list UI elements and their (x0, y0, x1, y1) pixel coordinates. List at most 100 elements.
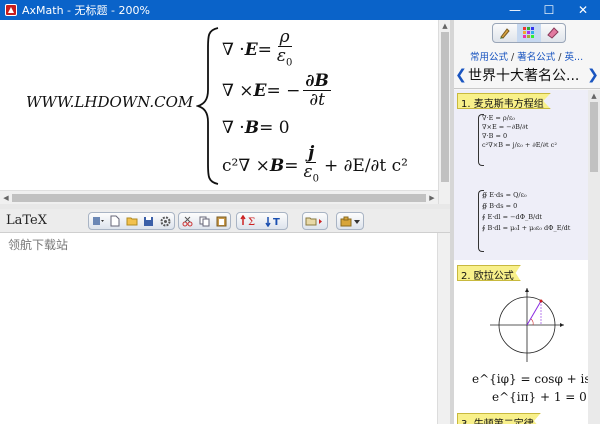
eq-lhs: ∇ × (222, 80, 254, 101)
eq-tail: + ∂E/∂t c² (323, 156, 408, 177)
formula-preview[interactable]: WWW.LHDOWN.COM ∇ · E = ρ ε0 ∇ × E = − ∂B… (0, 20, 438, 190)
tab-eraser-icon[interactable] (541, 24, 565, 42)
insert-toolbar-group: Σ T (236, 212, 288, 230)
copy-icon[interactable] (196, 213, 213, 229)
scroll-left-icon[interactable]: ◀ (0, 192, 12, 204)
maxwell-integral-form: ∯ E·ds = Q/ε₀ ∯ B·ds = 0 ∮ E·dl = −dΦ_B/… (482, 190, 570, 234)
app-logo-icon (5, 4, 17, 16)
scroll-thumb[interactable] (441, 32, 449, 182)
editor-vertical-scrollbar[interactable] (438, 233, 450, 424)
paste-clipboard-icon[interactable] (213, 213, 230, 229)
title-separator: - (107, 4, 119, 17)
equation-gauss: ∇ · E = ρ ε0 (222, 28, 297, 72)
eq-field: E (244, 40, 258, 61)
fraction-numerator: ρ (277, 27, 292, 47)
save-button[interactable] (140, 213, 157, 229)
equation-gauss-magnetism: ∇ · B = 0 (222, 118, 290, 138)
den-subscript: 0 (286, 57, 293, 69)
scroll-thumb[interactable] (12, 194, 426, 202)
next-category-icon[interactable]: ❯ (586, 67, 600, 83)
window-title: AxMath - 无标题 - 200% (22, 2, 150, 18)
editor-content[interactable]: 领航下载站 (8, 236, 68, 253)
breadcrumb-item[interactable]: 著名公式 (517, 52, 555, 63)
list-item-euler[interactable]: 2. 欧拉公式 e^{iφ} = cosφ + isinφ e^{iπ} + 1… (454, 262, 588, 406)
edit-toolbar-group (178, 212, 231, 230)
app-name: AxMath (22, 4, 64, 17)
scroll-thumb[interactable] (590, 102, 598, 172)
svg-text:Σ: Σ (248, 217, 255, 227)
eq-rel: = (257, 40, 272, 61)
export-toolbar-group (336, 212, 364, 230)
equation-ampere: c²∇ × B = j ε0 + ∂E/∂t c² (222, 144, 408, 188)
zoom-level: 200% (118, 4, 150, 17)
panel-tabs (492, 23, 566, 43)
breadcrumb-item[interactable]: 英... (565, 52, 584, 63)
den-subscript: 0 (312, 173, 319, 185)
left-brace (196, 27, 219, 185)
eq-lhs: c²∇ × (222, 156, 270, 177)
menu-dropdown-button[interactable] (89, 213, 106, 229)
eq-rel: = (284, 156, 299, 177)
fraction: ρ ε0 (275, 28, 295, 72)
divider (454, 88, 600, 89)
eq-rel: = − (266, 80, 301, 101)
breadcrumb-item[interactable]: 常用公式 (470, 52, 508, 63)
latex-label: LaTeX (6, 213, 47, 228)
maximize-button[interactable]: ☐ (532, 0, 566, 20)
scroll-up-icon[interactable]: ▲ (588, 90, 600, 102)
list-item-maxwell[interactable]: 1. 麦克斯韦方程组 ∇·E = ρ/ε₀ ∇×E = −∂B/∂t ∇·B =… (454, 90, 588, 260)
fraction: j ε0 (301, 144, 321, 188)
previous-category-icon[interactable]: ❮ (454, 67, 468, 83)
list-item-newton[interactable]: 3. 牛顿第二定律 (454, 410, 588, 424)
formula-library-panel: 常用公式 / 著名公式 / 英... ❮ 世界十大著名公... ❯ 1. 麦克斯… (454, 20, 600, 424)
preview-vertical-scrollbar[interactable]: ▲ (438, 20, 450, 204)
insert-text-icon[interactable]: T (262, 213, 287, 229)
tab-palette-grid-icon[interactable] (517, 24, 541, 42)
new-file-button[interactable] (106, 213, 123, 229)
open-folder-button[interactable] (123, 213, 140, 229)
mini-equation: ∯ B·ds = 0 (482, 202, 518, 210)
mini-equation: c²∇×B = j/ε₀ + ∂E/∂t c² (482, 141, 557, 149)
folder-dropdown-icon[interactable] (303, 213, 327, 229)
insert-sum-icon[interactable]: Σ (237, 213, 262, 229)
eq-field: B (244, 118, 260, 138)
unit-circle-diagram (490, 288, 564, 362)
title-bar: AxMath - 无标题 - 200% — ☐ ✕ (0, 0, 600, 20)
close-button[interactable]: ✕ (566, 0, 600, 20)
eq-lhs: ∇ · (222, 40, 245, 61)
mini-equation: ∮ B·dl = μ₀I + μ₀ε₀ dΦ_E/dt (482, 224, 571, 232)
scroll-right-icon[interactable]: ▶ (426, 192, 438, 204)
euler-formula: e^{iφ} = cosφ + isinφ (472, 372, 588, 386)
mini-equation: ∇×E = −∂B/∂t (482, 123, 529, 131)
equation-faraday: ∇ × E = − ∂B ∂t (222, 72, 334, 109)
title-separator: - (63, 4, 75, 17)
fraction-numerator: j (306, 143, 317, 163)
fraction-denominator: ∂t (309, 90, 325, 110)
editor-toolbar: LaTeX Σ T (0, 209, 450, 233)
window-controls: — ☐ ✕ (498, 0, 600, 20)
document-title: 无标题 (74, 4, 108, 17)
tab-brush-icon[interactable] (493, 24, 517, 42)
section-label: 1. 麦克斯韦方程组 (457, 93, 551, 109)
eq-lhs: ∇ · (222, 118, 245, 138)
eq-rel: = 0 (259, 118, 290, 138)
preview-horizontal-scrollbar[interactable]: ◀ ▶ (0, 190, 438, 204)
watermark-text: WWW.LHDOWN.COM (26, 93, 194, 111)
file-toolbar-group (88, 212, 175, 230)
euler-identity: e^{iπ} + 1 = 0 (492, 390, 587, 404)
export-dropdown-icon[interactable] (337, 213, 363, 229)
settings-gear-icon[interactable] (157, 213, 174, 229)
mini-equation: ∇·E = ρ/ε₀ (482, 114, 515, 122)
maxwell-differential-form: ∇·E = ρ/ε₀ ∇×E = −∂B/∂t ∇·B = 0 c²∇×B = … (482, 114, 557, 150)
fraction-denominator: ε0 (275, 47, 295, 72)
section-label: 2. 欧拉公式 (457, 265, 521, 281)
section-label: 3. 牛顿第二定律 (457, 413, 541, 424)
cut-scissors-icon[interactable] (179, 213, 196, 229)
minimize-button[interactable]: — (498, 0, 532, 20)
breadcrumb: 常用公式 / 著名公式 / 英... (470, 52, 584, 63)
category-title-row: ❮ 世界十大著名公... ❯ (454, 64, 600, 86)
eq-field: B (269, 156, 285, 177)
latex-editor[interactable]: 领航下载站 (0, 233, 438, 424)
formula-list[interactable]: 1. 麦克斯韦方程组 ∇·E = ρ/ε₀ ∇×E = −∂B/∂t ∇·B =… (454, 90, 588, 424)
library-vertical-scrollbar[interactable]: ▲ (588, 90, 600, 424)
